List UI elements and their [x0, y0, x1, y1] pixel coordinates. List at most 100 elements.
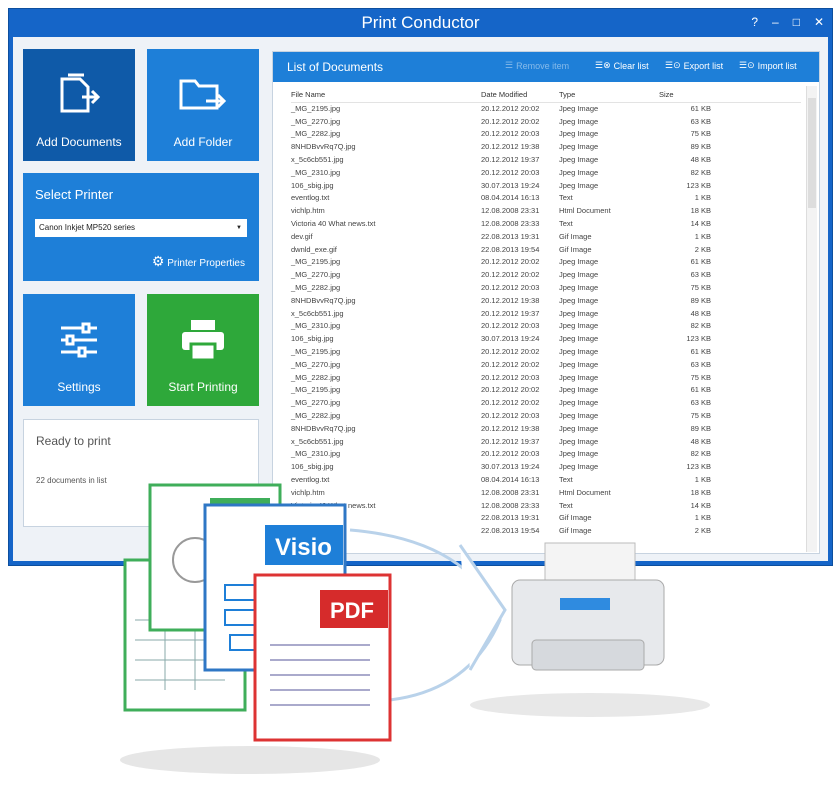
- add-folder-icon: [179, 79, 227, 110]
- table-row[interactable]: vichlp.htm 12.08.2008 23:31 Html Document 1…: [291, 204, 801, 217]
- cell-date-modified: 20.12.2012 20:03: [481, 321, 540, 331]
- status-panel: Ready to print 22 documents in list: [23, 419, 259, 527]
- cell-date-modified: 20.12.2012 20:03: [481, 129, 540, 139]
- cell-type: Jpeg Image: [559, 129, 599, 139]
- remove-item-button[interactable]: ☰ Remove item: [505, 60, 569, 71]
- add-documents-icon: [60, 73, 101, 113]
- minimize-button[interactable]: –: [772, 9, 779, 36]
- scrollbar[interactable]: [806, 86, 817, 552]
- cell-size: 63 KB: [690, 359, 711, 369]
- table-row[interactable]: _MG_2195.jpg 20.12.2012 20:02 Jpeg Image 61…: [291, 384, 801, 397]
- maximize-button[interactable]: □: [793, 9, 800, 36]
- table-row[interactable]: _MG_2195.jpg 20.12.2012 20:02 Jpeg Image 61…: [291, 256, 801, 269]
- table-row[interactable]: 106_sbig.jpg 30.07.2013 19:24 Jpeg Image 12…: [291, 332, 801, 345]
- spreadsheet-document-icon: [123, 558, 247, 712]
- cell-date-modified: 22.08.2013 19:31: [481, 513, 540, 523]
- select-printer-panel: Select Printer Canon Inkjet MP520 series…: [23, 173, 259, 281]
- cell-date-modified: 12.08.2008 23:31: [481, 487, 540, 497]
- table-row[interactable]: _MG_2282.jpg 20.12.2012 20:03 Jpeg Image 75…: [291, 128, 801, 141]
- cell-size: 18 KB: [690, 487, 711, 497]
- help-button[interactable]: ?: [751, 9, 758, 36]
- add-folder-label: Add Folder: [173, 135, 233, 149]
- table-row[interactable]: eventlog.txt 08.04.2014 16:13 Text 1 KB: [291, 473, 801, 486]
- table-row[interactable]: x_5c6cb551.jpg 20.12.2012 19:37 Jpeg Image…: [291, 153, 801, 166]
- settings-button[interactable]: Settings: [23, 294, 135, 406]
- cell-date-modified: 12.08.2008 23:33: [481, 219, 540, 229]
- cell-size: 75 KB: [690, 411, 711, 421]
- table-row[interactable]: dwnld_exe.gif 22.08.2013 19:54 Gif Image 2 …: [291, 243, 801, 256]
- cell-date-modified: 20.12.2012 20:03: [481, 372, 540, 382]
- table-row[interactable]: x_5c6cb551.jpg 20.12.2012 19:37 Jpeg Image…: [291, 435, 801, 448]
- cell-size: 1 KB: [694, 231, 711, 241]
- table-row[interactable]: Victoria 40 What news.txt 12.08.2008 23:3…: [291, 499, 801, 512]
- cell-file-name: 8NHDBvvRq7Q.jpg: [291, 295, 356, 305]
- table-row[interactable]: _MG_2270.jpg 20.12.2012 20:02 Jpeg Image 63…: [291, 358, 801, 371]
- cell-size: 61 KB: [690, 347, 711, 357]
- cell-size: 89 KB: [690, 295, 711, 305]
- cell-date-modified: 20.12.2012 20:03: [481, 283, 540, 293]
- table-row[interactable]: _MG_2310.jpg 20.12.2012 20:03 Jpeg Image 82…: [291, 448, 801, 461]
- cell-date-modified: 30.07.2013 19:24: [481, 334, 540, 344]
- settings-label: Settings: [57, 380, 101, 394]
- cell-file-name: 8NHDBvvRq7Q.jpg: [291, 142, 356, 152]
- start-printing-button[interactable]: Start Printing: [147, 294, 259, 406]
- table-row[interactable]: _MG_2310.jpg 20.12.2012 20:03 Jpeg Image 82…: [291, 166, 801, 179]
- cell-date-modified: 20.12.2012 19:37: [481, 436, 540, 446]
- cell-file-name: eventlog.txt: [291, 475, 330, 484]
- cell-file-name: _MG_2310.jpg: [291, 449, 341, 459]
- gear-icon: ⚙: [151, 253, 165, 269]
- cell-size: 63 KB: [690, 270, 711, 280]
- table-row[interactable]: 8NHDBvvRq7Q.jpg 20.12.2012 19:38 Jpeg Imag…: [291, 140, 801, 153]
- table-row[interactable]: _MG_2310.jpg 20.12.2012 20:03 Jpeg Image 82…: [291, 320, 801, 333]
- close-button[interactable]: ✕: [814, 9, 824, 36]
- table-row[interactable]: _MG_2270.jpg 20.12.2012 20:02 Jpeg Image 63…: [291, 268, 801, 281]
- table-row[interactable]: _MG_2270.jpg 20.12.2012 20:02 Jpeg Image 63…: [291, 115, 801, 128]
- scrollbar-thumb[interactable]: [808, 98, 816, 208]
- clear-list-label: Clear list: [613, 60, 649, 71]
- table-row[interactable]: _MG_2282.jpg 20.12.2012 20:03 Jpeg Image 75…: [291, 281, 801, 294]
- cell-size: 75 KB: [690, 372, 711, 382]
- cell-file-name: vichlp.htm: [291, 206, 325, 216]
- table-row[interactable]: Victoria 40 What news.txt 12.08.2008 23:3…: [291, 217, 801, 230]
- table-row[interactable]: dwnld_exe.gif 22.08.2013 19:54 Gif Image 2 …: [291, 524, 801, 537]
- table-row[interactable]: dev.gif 22.08.2013 19:31 Gif Image 1 KB: [291, 512, 801, 525]
- cell-type: Jpeg Image: [559, 359, 599, 369]
- cell-date-modified: 30.07.2013 19:24: [481, 462, 540, 472]
- add-folder-button[interactable]: Add Folder: [147, 49, 259, 161]
- table-row[interactable]: 8NHDBvvRq7Q.jpg 20.12.2012 19:38 Jpeg Imag…: [291, 294, 801, 307]
- export-icon: ☰⊙: [665, 60, 681, 70]
- table-row[interactable]: _MG_2282.jpg 20.12.2012 20:03 Jpeg Image 75…: [291, 371, 801, 384]
- printer-dropdown[interactable]: Canon Inkjet MP520 series ▼: [35, 219, 247, 237]
- col-size[interactable]: Size: [659, 88, 801, 103]
- table-row[interactable]: eventlog.txt 08.04.2014 16:13 Text 1 KB: [291, 192, 801, 205]
- table-row[interactable]: _MG_2195.jpg 20.12.2012 20:02 Jpeg Image 61…: [291, 102, 801, 115]
- table-row[interactable]: 106_sbig.jpg 30.07.2013 19:24 Jpeg Image 12…: [291, 460, 801, 473]
- cell-size: 48 KB: [690, 155, 711, 165]
- printer-properties-button[interactable]: ⚙ Printer Properties: [152, 253, 245, 270]
- table-row[interactable]: x_5c6cb551.jpg 20.12.2012 19:37 Jpeg Image…: [291, 307, 801, 320]
- cell-size: 1 KB: [694, 193, 711, 203]
- cell-type: Jpeg Image: [559, 449, 599, 459]
- clear-list-button[interactable]: ☰⊗ Clear list: [595, 60, 649, 71]
- col-file-name[interactable]: File Name: [291, 88, 481, 103]
- table-row[interactable]: dev.gif 22.08.2013 19:31 Gif Image 1 KB: [291, 230, 801, 243]
- import-list-button[interactable]: ☰⊙ Import list: [739, 60, 797, 71]
- table-row[interactable]: _MG_2282.jpg 20.12.2012 20:03 Jpeg Image 75…: [291, 409, 801, 422]
- cell-type: Jpeg Image: [559, 270, 599, 280]
- add-documents-button[interactable]: Add Documents: [23, 49, 135, 161]
- table-row[interactable]: 8NHDBvvRq7Q.jpg 20.12.2012 19:38 Jpeg Imag…: [291, 422, 801, 435]
- cell-size: 14 KB: [690, 219, 711, 229]
- export-list-button[interactable]: ☰⊙ Export list: [665, 60, 723, 71]
- table-row[interactable]: vichlp.htm 12.08.2008 23:31 Html Document 1…: [291, 486, 801, 499]
- table-row[interactable]: _MG_2270.jpg 20.12.2012 20:02 Jpeg Image 63…: [291, 396, 801, 409]
- col-date-modified[interactable]: Date Modified: [481, 88, 559, 103]
- start-printing-label: Start Printing: [168, 380, 238, 394]
- table-row[interactable]: 106_sbig.jpg 30.07.2013 19:24 Jpeg Image 12…: [291, 179, 801, 192]
- cell-size: 14 KB: [690, 500, 711, 510]
- document-table: File Name Date Modified Type Size _MG_21…: [291, 88, 801, 537]
- cell-size: 61 KB: [690, 385, 711, 395]
- cell-file-name: _MG_2195.jpg: [291, 385, 341, 395]
- table-row[interactable]: _MG_2195.jpg 20.12.2012 20:02 Jpeg Image 61…: [291, 345, 801, 358]
- window-title: Print Conductor: [361, 13, 480, 32]
- col-type[interactable]: Type: [559, 88, 659, 103]
